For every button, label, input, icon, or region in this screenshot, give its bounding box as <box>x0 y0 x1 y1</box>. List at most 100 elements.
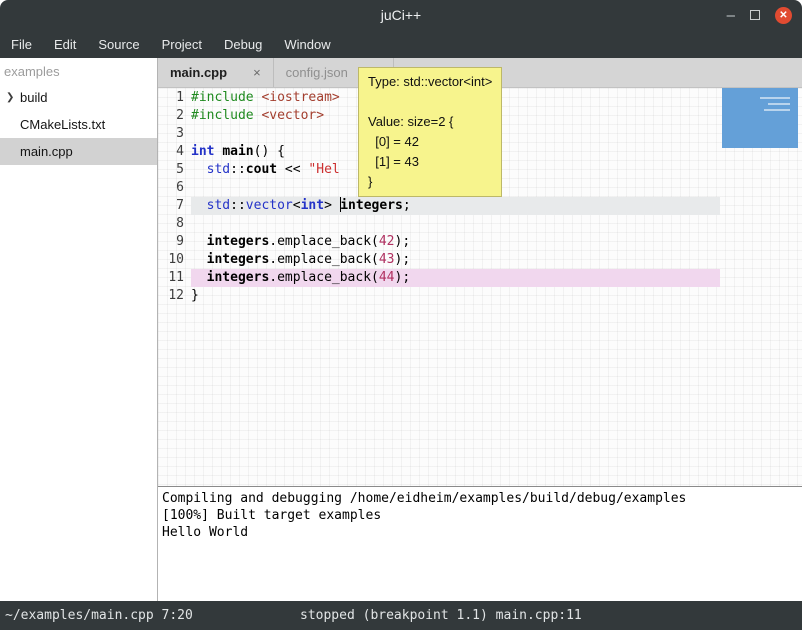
code-token: 42 <box>379 234 395 249</box>
tree-item-build[interactable]: ❯ build <box>0 84 157 111</box>
code-token <box>191 252 207 267</box>
line-number[interactable]: 1 <box>158 89 191 107</box>
tab-label: config.json <box>286 65 348 80</box>
tooltip-line: [0] = 42 <box>368 132 492 152</box>
minimap-code-preview <box>760 97 790 99</box>
code-token: 43 <box>379 252 395 267</box>
code-token: ); <box>395 270 411 285</box>
tab-label: main.cpp <box>170 65 227 80</box>
line-number[interactable]: 7 <box>158 197 191 215</box>
code-token <box>191 234 207 249</box>
status-bar: ~/examples/main.cpp 7:20 stopped (breakp… <box>0 601 802 630</box>
file-tree: ❯ build CMakeLists.txtmain.cpp <box>0 84 157 165</box>
code-token: main <box>222 144 253 159</box>
code-token: emplace_back <box>277 252 371 267</box>
tab-main-cpp[interactable]: main.cpp × <box>158 58 274 87</box>
code-token: #include <box>191 90 254 105</box>
minimize-button[interactable]: – <box>727 8 735 23</box>
code-token: :: <box>230 162 246 177</box>
tree-item-cmakelists-txt[interactable]: CMakeLists.txt <box>0 111 157 138</box>
menubar: FileEditSourceProjectDebugWindow <box>0 30 802 58</box>
code-token: emplace_back <box>277 270 371 285</box>
code-token: vector <box>246 198 293 213</box>
line-number[interactable]: 5 <box>158 161 191 179</box>
code-line[interactable] <box>191 215 720 233</box>
debug-value-tooltip: Type: std::vector<int> Value: size=2 { [… <box>358 67 502 197</box>
code-token: std <box>207 198 230 213</box>
code-line[interactable]: std::vector<int> integers; <box>191 197 720 215</box>
tooltip-line: [1] = 43 <box>368 152 492 172</box>
line-number[interactable]: 10 <box>158 251 191 269</box>
menu-item-source[interactable]: Source <box>87 30 150 58</box>
minimap-code-preview <box>764 109 790 111</box>
code-token <box>191 198 207 213</box>
code-token: ( <box>371 252 379 267</box>
code-token: 44 <box>379 270 395 285</box>
code-token: integers <box>207 270 270 285</box>
line-number[interactable]: 12 <box>158 287 191 305</box>
status-debug-state: stopped (breakpoint 1.1) main.cpp:11 <box>300 601 582 630</box>
title-bar[interactable]: juCi++ – ✕ <box>0 0 802 30</box>
tooltip-line: Value: size=2 { <box>368 112 492 132</box>
line-number[interactable]: 11 <box>158 269 191 287</box>
line-number[interactable]: 8 <box>158 215 191 233</box>
code-token: int <box>191 144 214 159</box>
code-token: . <box>269 270 277 285</box>
line-number[interactable]: 9 <box>158 233 191 251</box>
code-token: #include <box>191 108 254 123</box>
code-token: :: <box>230 198 246 213</box>
code-line[interactable]: integers.emplace_back(43); <box>191 251 720 269</box>
chevron-right-icon[interactable]: ❯ <box>6 92 14 103</box>
code-token: std <box>207 162 230 177</box>
terminal-output[interactable]: Compiling and debugging /home/eidheim/ex… <box>158 486 802 601</box>
code-token: . <box>269 234 277 249</box>
code-token: integers <box>207 234 270 249</box>
code-token: emplace_back <box>277 234 371 249</box>
menu-item-edit[interactable]: Edit <box>43 30 87 58</box>
code-token: integers <box>340 198 403 213</box>
code-token: <iostream> <box>261 90 339 105</box>
sidebar: examples ❯ build CMakeLists.txtmain.cpp <box>0 58 158 601</box>
menu-item-file[interactable]: File <box>0 30 43 58</box>
menu-item-window[interactable]: Window <box>273 30 341 58</box>
tooltip-line <box>368 92 492 112</box>
code-token: ); <box>395 252 411 267</box>
tree-item-label: build <box>20 90 47 105</box>
code-token: <vector> <box>261 108 324 123</box>
tree-item-main-cpp[interactable]: main.cpp <box>0 138 157 165</box>
line-number[interactable]: 6 <box>158 179 191 197</box>
menu-item-debug[interactable]: Debug <box>213 30 273 58</box>
line-number[interactable]: 3 <box>158 125 191 143</box>
code-token <box>191 162 207 177</box>
code-line[interactable]: integers.emplace_back(44); <box>191 269 720 287</box>
code-token: "Hel <box>308 162 339 177</box>
code-line[interactable]: } <box>191 287 720 305</box>
project-folder-label: examples <box>0 58 157 84</box>
minimap-slider[interactable] <box>722 88 798 148</box>
menu-item-project[interactable]: Project <box>151 30 213 58</box>
window-controls: – ✕ <box>727 0 792 30</box>
code-token: integers <box>207 252 270 267</box>
window: juCi++ – ✕ FileEditSourceProjectDebugWin… <box>0 0 802 630</box>
code-token: cout <box>246 162 277 177</box>
line-number[interactable]: 4 <box>158 143 191 161</box>
code-token: int <box>301 198 324 213</box>
tooltip-line: } <box>368 172 492 192</box>
code-token: << <box>277 162 308 177</box>
code-token: < <box>293 198 301 213</box>
code-token: ( <box>371 234 379 249</box>
window-title: juCi++ <box>381 7 421 23</box>
code-token: } <box>191 288 199 303</box>
code-token: ( <box>371 270 379 285</box>
minimap[interactable] <box>720 88 802 486</box>
line-number[interactable]: 2 <box>158 107 191 125</box>
close-tab-icon[interactable]: × <box>253 65 261 80</box>
maximize-button[interactable] <box>750 10 760 20</box>
gutter: 123456789101112 <box>158 88 191 486</box>
code-token: . <box>269 252 277 267</box>
code-line[interactable]: integers.emplace_back(42); <box>191 233 720 251</box>
code-token: () { <box>254 144 285 159</box>
terminal-line: Compiling and debugging /home/eidheim/ex… <box>162 490 798 507</box>
tooltip-line: Type: std::vector<int> <box>368 72 492 92</box>
close-button[interactable]: ✕ <box>775 7 792 24</box>
